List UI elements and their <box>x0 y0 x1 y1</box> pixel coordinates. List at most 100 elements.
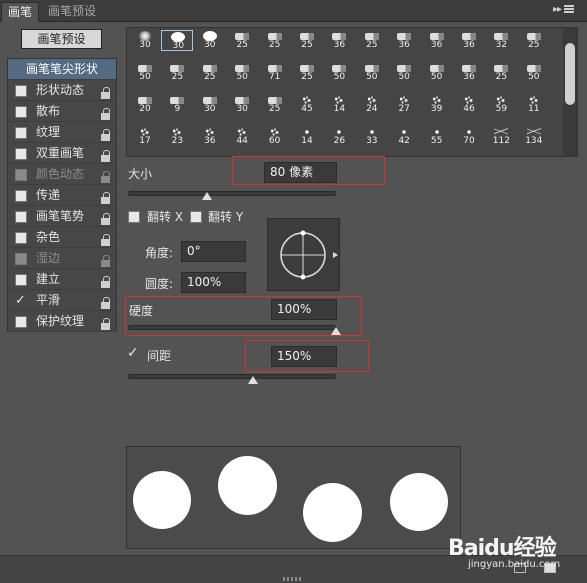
spacing-checkbox[interactable]: ✓ <box>127 346 141 360</box>
brush-tip-preset[interactable]: 36 <box>323 30 355 51</box>
setting-checkbox[interactable] <box>15 274 27 286</box>
lock-icon[interactable] <box>101 296 110 309</box>
brush-tip-preset[interactable]: 23 <box>161 126 193 147</box>
brush-tip-preset[interactable]: 25 <box>259 30 291 51</box>
brush-presets-button[interactable]: 画笔预设 <box>21 29 102 49</box>
brush-tip-preset[interactable]: 60 <box>259 126 291 147</box>
brush-tip-preset[interactable]: 50 <box>388 62 420 83</box>
brush-grid-scrollbar[interactable] <box>563 28 577 156</box>
brush-tip-preset[interactable]: 134 <box>518 126 550 147</box>
lock-icon[interactable] <box>101 275 110 288</box>
brush-tip-preset[interactable]: 36 <box>194 126 226 147</box>
brush-tip-preset[interactable]: 26 <box>323 126 355 147</box>
hardness-field[interactable]: 100% <box>271 299 337 320</box>
setting-checkbox[interactable] <box>15 169 27 181</box>
brush-tip-preset[interactable]: 30 <box>129 30 161 51</box>
brush-tip-preset[interactable]: 30 <box>161 30 194 51</box>
brush-setting-item[interactable]: 纹理 <box>8 122 116 143</box>
spacing-slider-track[interactable] <box>128 374 336 379</box>
brush-tip-preset[interactable]: 11 <box>518 94 550 115</box>
setting-checkbox[interactable] <box>15 253 27 265</box>
brush-tip-preset[interactable]: 50 <box>356 62 388 83</box>
brush-setting-item[interactable]: ✓ 平滑 <box>8 290 116 311</box>
brush-tip-preset[interactable]: 55 <box>421 126 453 147</box>
flip-x-checkbox[interactable] <box>128 211 140 223</box>
resize-grip-icon[interactable] <box>283 577 303 581</box>
spacing-slider-thumb[interactable] <box>247 376 258 384</box>
setting-checkbox[interactable] <box>15 85 27 97</box>
brush-setting-item[interactable]: 双重画笔 <box>8 143 116 164</box>
setting-checkbox[interactable] <box>15 148 27 160</box>
lock-icon[interactable] <box>101 128 110 141</box>
setting-checkbox[interactable] <box>15 232 27 244</box>
brush-tip-preset[interactable]: 32 <box>485 30 517 51</box>
brush-tip-preset[interactable]: 36 <box>388 30 420 51</box>
brush-tip-preset[interactable]: 25 <box>226 30 258 51</box>
brush-tip-preset[interactable]: 14 <box>291 126 323 147</box>
hardness-slider-track[interactable] <box>128 325 336 330</box>
size-slider-thumb[interactable] <box>202 192 213 200</box>
brush-tip-preset[interactable]: 50 <box>129 62 161 83</box>
brush-tip-preset[interactable]: 17 <box>129 126 161 147</box>
flip-y-checkbox[interactable] <box>190 211 202 223</box>
brush-tip-preset[interactable]: 50 <box>226 62 258 83</box>
angle-roundness-widget[interactable] <box>267 218 340 291</box>
brush-setting-item[interactable]: 杂色 <box>8 227 116 248</box>
lock-icon[interactable] <box>101 86 110 99</box>
brush-tip-preset[interactable]: 44 <box>226 126 258 147</box>
brush-tip-preset[interactable]: 39 <box>421 94 453 115</box>
brush-setting-item[interactable]: 形状动态 <box>8 80 116 101</box>
setting-checkbox[interactable]: ✓ <box>15 294 27 307</box>
brush-setting-item[interactable]: 传递 <box>8 185 116 206</box>
brush-tip-preset[interactable]: 50 <box>323 62 355 83</box>
brush-tip-preset[interactable]: 14 <box>323 94 355 115</box>
brush-tip-preset[interactable]: 25 <box>485 62 517 83</box>
roundness-field[interactable]: 100% <box>181 272 246 293</box>
brush-tip-preset[interactable]: 30 <box>194 30 226 51</box>
brush-tip-preset[interactable]: 59 <box>485 94 517 115</box>
brush-setting-item[interactable]: 画笔笔势 <box>8 206 116 227</box>
brush-tip-preset[interactable]: 30 <box>194 94 226 115</box>
brush-tip-preset[interactable]: 112 <box>485 126 517 147</box>
brush-tip-preset[interactable]: 30 <box>226 94 258 115</box>
brush-tip-preset[interactable]: 70 <box>453 126 485 147</box>
lock-icon[interactable] <box>101 317 110 330</box>
brush-tip-preset[interactable]: 9 <box>161 94 193 115</box>
brush-tip-preset[interactable]: 50 <box>518 62 550 83</box>
panel-menu-icon[interactable]: ▸▸ <box>553 4 581 18</box>
brush-setting-item[interactable]: 建立 <box>8 269 116 290</box>
tab-brush-presets[interactable]: 画笔预设 <box>42 2 102 22</box>
brush-setting-item[interactable]: 保护纹理 <box>8 311 116 332</box>
brush-tip-preset[interactable]: 25 <box>259 94 291 115</box>
brush-setting-item[interactable]: 颜色动态 <box>8 164 116 185</box>
lock-icon[interactable] <box>101 254 110 267</box>
brush-tip-preset[interactable]: 50 <box>421 62 453 83</box>
scrollbar-thumb[interactable] <box>565 43 575 105</box>
setting-checkbox[interactable] <box>15 106 27 118</box>
setting-checkbox[interactable] <box>15 127 27 139</box>
brush-tip-preset[interactable]: 42 <box>388 126 420 147</box>
brush-tip-preset[interactable]: 25 <box>356 30 388 51</box>
lock-icon[interactable] <box>101 233 110 246</box>
lock-icon[interactable] <box>101 107 110 120</box>
brush-tip-preset[interactable]: 25 <box>291 30 323 51</box>
brush-tip-preset[interactable]: 71 <box>259 62 291 83</box>
brush-setting-item[interactable]: 散布 <box>8 101 116 122</box>
brush-tip-preset[interactable]: 25 <box>161 62 193 83</box>
brush-tip-preset[interactable]: 25 <box>194 62 226 83</box>
brush-tip-preset[interactable]: 25 <box>518 30 550 51</box>
brush-tip-preset[interactable]: 20 <box>129 94 161 115</box>
brush-tip-preset[interactable]: 46 <box>453 94 485 115</box>
brush-tip-preset[interactable]: 33 <box>356 126 388 147</box>
brush-setting-item[interactable]: 湿边 <box>8 248 116 269</box>
spacing-field[interactable]: 150% <box>271 346 337 367</box>
lock-icon[interactable] <box>101 149 110 162</box>
lock-icon[interactable] <box>101 191 110 204</box>
brush-tip-preset[interactable]: 27 <box>388 94 420 115</box>
hardness-slider-thumb[interactable] <box>331 327 341 335</box>
setting-checkbox[interactable] <box>15 316 27 328</box>
brush-tip-preset[interactable]: 45 <box>291 94 323 115</box>
angle-field[interactable]: 0° <box>181 241 246 262</box>
lock-icon[interactable] <box>101 212 110 225</box>
size-slider-track[interactable] <box>128 191 336 196</box>
